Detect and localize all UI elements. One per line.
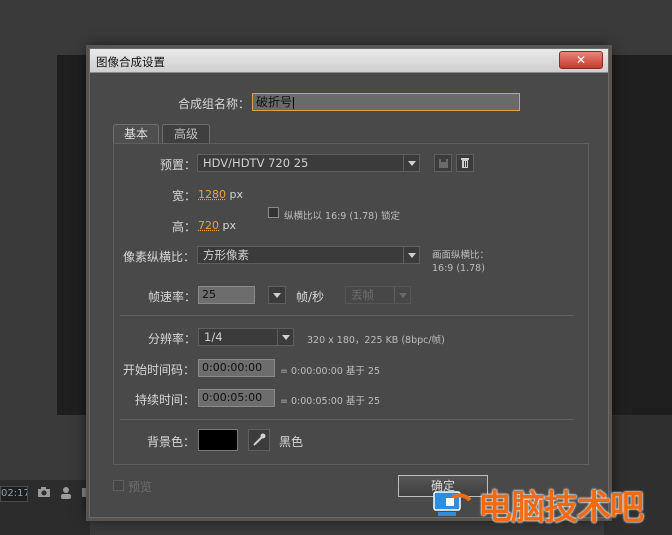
chevron-down-icon <box>277 329 293 345</box>
frame-aspect-label: 画面纵横比： <box>432 250 490 261</box>
save-preset-button[interactable] <box>434 154 452 172</box>
background-color-name: 黑色 <box>279 435 304 449</box>
background-color-label: 背景色： <box>147 435 196 449</box>
chevron-down-icon <box>394 287 410 303</box>
close-button[interactable]: ✕ <box>559 51 603 69</box>
composition-name-input[interactable]: 破折号 <box>252 93 520 111</box>
divider <box>120 315 574 316</box>
duration-label: 持续时间： <box>135 393 196 407</box>
save-icon <box>439 159 448 168</box>
tab-basic[interactable]: 基本 <box>113 124 159 143</box>
dialog-titlebar[interactable]: 图像合成设置 ✕ <box>90 49 608 73</box>
chevron-down-icon <box>403 247 419 263</box>
watermark-logo-icon <box>433 491 472 516</box>
background-color-swatch[interactable] <box>198 429 238 451</box>
watermark: 电脑技术吧 <box>432 478 672 528</box>
resolution-select[interactable]: 1/4 <box>198 328 294 346</box>
composition-name-label: 合成组名称： <box>178 97 251 111</box>
preview-label: 预览 <box>128 480 153 494</box>
start-timecode-info: = 0:00:00:00 基于 25 <box>280 366 381 377</box>
frame-rate-dropdown[interactable] <box>268 286 286 304</box>
chevron-down-icon <box>403 155 419 171</box>
dialog-title: 图像合成设置 <box>96 55 165 69</box>
duration-info: = 0:00:05:00 基于 25 <box>280 396 381 407</box>
composition-settings-dialog: 图像合成设置 ✕ 合成组名称： 破折号 基本 高级 预置： HDV/HDTV 7… <box>89 48 609 518</box>
user-icon[interactable] <box>58 486 74 500</box>
close-icon: ✕ <box>575 53 587 67</box>
delete-preset-button[interactable] <box>456 154 474 172</box>
preview-checkbox[interactable] <box>113 480 124 491</box>
lock-aspect-checkbox[interactable] <box>268 207 279 218</box>
pixel-aspect-select[interactable]: 方形像素 <box>197 246 420 264</box>
lock-aspect-label: 纵横比以 16:9 (1.78) 锁定 <box>284 211 400 222</box>
tab-advanced[interactable]: 高级 <box>162 124 210 143</box>
start-timecode-label: 开始时间码： <box>123 363 196 377</box>
preset-label: 预置： <box>160 158 197 172</box>
frame-rate-label: 帧速率： <box>148 290 197 304</box>
width-label: 宽： <box>172 189 197 203</box>
watermark-text: 电脑技术吧 <box>478 488 644 528</box>
resolution-label: 分辨率： <box>148 332 197 346</box>
frame-aspect-value: 16:9 (1.78) <box>432 263 485 274</box>
height-value[interactable]: 720 px <box>198 219 236 232</box>
resolution-info: 320 x 180，225 KB (8bpc/帧) <box>307 335 445 346</box>
height-label: 高： <box>172 220 197 234</box>
start-timecode-input[interactable]: 0:00:00:00 <box>198 359 275 377</box>
timeline-toolbar: 02:17 <box>0 480 90 535</box>
eyedropper-button[interactable] <box>248 429 270 451</box>
width-value[interactable]: 1280 px <box>198 188 243 201</box>
divider <box>120 419 574 420</box>
chevron-down-icon <box>269 287 285 303</box>
frame-rate-unit: 帧/秒 <box>296 290 325 304</box>
eyedropper-icon <box>253 433 266 446</box>
duration-input[interactable]: 0:00:05:00 <box>198 389 275 407</box>
trash-icon <box>461 158 469 168</box>
current-time-display[interactable]: 02:17 <box>0 486 28 502</box>
preset-select[interactable]: HDV/HDTV 720 25 <box>197 154 420 172</box>
pixel-aspect-label: 像素纵横比： <box>123 250 196 264</box>
frame-rate-input[interactable]: 25 <box>198 286 255 304</box>
camera-icon[interactable] <box>36 486 52 500</box>
drop-frame-select: 丢帧 <box>345 286 411 304</box>
